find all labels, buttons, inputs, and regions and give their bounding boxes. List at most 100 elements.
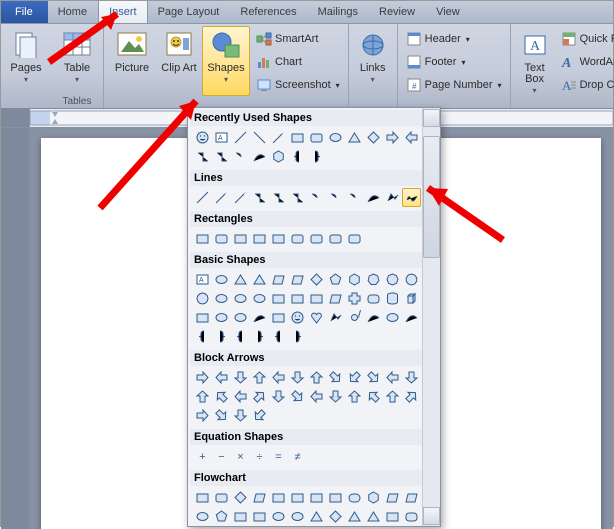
shape-alt-process[interactable] (212, 488, 231, 507)
shape-parallelo[interactable] (269, 270, 288, 289)
shape-ellipse[interactable] (326, 128, 345, 147)
shape-textbox[interactable]: A (193, 270, 212, 289)
shape-teardrop[interactable] (250, 289, 269, 308)
shape-elbow[interactable] (250, 188, 269, 207)
shape-manual-op[interactable] (402, 488, 421, 507)
shape-donut[interactable] (212, 308, 231, 327)
shape-arrow-4[interactable] (269, 368, 288, 387)
shape-equal[interactable]: = (269, 447, 288, 466)
shape-hexagon[interactable] (345, 270, 364, 289)
shape-curve[interactable] (250, 147, 269, 166)
pages-button[interactable]: Pages ▾ (5, 26, 47, 96)
shape-curve[interactable] (364, 188, 383, 207)
shape-rt-triangle[interactable] (250, 270, 269, 289)
shape-divide[interactable]: ÷ (250, 447, 269, 466)
shape-scribble[interactable] (402, 188, 421, 207)
shape-data[interactable] (250, 488, 269, 507)
shape-smiley[interactable] (288, 308, 307, 327)
shape-card[interactable] (231, 507, 250, 526)
shape-round-snip[interactable] (345, 229, 364, 248)
shape-trapezoid[interactable] (288, 270, 307, 289)
shape-arrow-23[interactable] (402, 387, 421, 406)
shape-line[interactable] (250, 128, 269, 147)
shape-diamond[interactable] (364, 128, 383, 147)
shape-heart[interactable] (307, 308, 326, 327)
tab-references[interactable]: References (230, 1, 307, 23)
shape-pentagon[interactable] (326, 270, 345, 289)
shape-arrow-l[interactable] (402, 128, 421, 147)
shape-plus[interactable]: + (193, 447, 212, 466)
shape-not-equal[interactable]: ≠ (288, 447, 307, 466)
shape-arrow-10[interactable] (383, 368, 402, 387)
shape-arrow-8[interactable] (345, 368, 364, 387)
shape-round-diag[interactable] (326, 229, 345, 248)
shape-plus[interactable] (345, 289, 364, 308)
shape-block-arc[interactable] (250, 308, 269, 327)
shape-arrow-3[interactable] (250, 368, 269, 387)
shape-arrow-21[interactable] (364, 387, 383, 406)
shape-arrow-27[interactable] (250, 406, 269, 425)
shape-no-symbol[interactable] (231, 308, 250, 327)
dropcap-button[interactable]: A Drop Cap▾ (557, 74, 614, 96)
shape-can[interactable] (383, 289, 402, 308)
wordart-button[interactable]: A WordArt▾ (557, 51, 614, 73)
shape-heptagon[interactable] (364, 270, 383, 289)
shape-arrow-5[interactable] (288, 368, 307, 387)
shape-manual-input[interactable] (383, 488, 402, 507)
shape-freeform[interactable] (383, 188, 402, 207)
shape-brace-r[interactable] (307, 147, 326, 166)
shapes-button[interactable]: Shapes ▾ (202, 26, 250, 96)
shape-curve-double[interactable] (345, 188, 364, 207)
shape-right-bracket[interactable] (250, 327, 269, 346)
shape-plaque[interactable] (364, 289, 383, 308)
shape-snip-rect[interactable] (231, 229, 250, 248)
shape-prep[interactable] (364, 488, 383, 507)
shape-textbox[interactable]: A (212, 128, 231, 147)
footer-button[interactable]: Footer▾ (402, 51, 506, 73)
shape-line[interactable] (231, 128, 250, 147)
tab-mailings[interactable]: Mailings (308, 1, 369, 23)
shape-stored[interactable] (383, 507, 402, 526)
shape-elbow[interactable] (193, 147, 212, 166)
shape-arrow-25[interactable] (212, 406, 231, 425)
shape-arrow-14[interactable] (231, 387, 250, 406)
shape-left-bracket[interactable] (231, 327, 250, 346)
shape-curve-arrow[interactable] (326, 188, 345, 207)
shape-round-rect[interactable] (307, 128, 326, 147)
shape-rect[interactable] (288, 128, 307, 147)
tab-view[interactable]: View (426, 1, 471, 23)
shape-connector[interactable] (193, 507, 212, 526)
shape-arrow-9[interactable] (364, 368, 383, 387)
shape-dodeca[interactable] (193, 289, 212, 308)
tab-insert[interactable]: Insert (98, 1, 148, 23)
shape-rect[interactable] (193, 229, 212, 248)
shape-curve-conn[interactable] (231, 147, 250, 166)
shape-lightning[interactable] (326, 308, 345, 327)
shape-arrow-18[interactable] (307, 387, 326, 406)
shape-arrow-1[interactable] (212, 368, 231, 387)
shape-frame[interactable] (269, 289, 288, 308)
shape-elbow-arrow[interactable] (269, 188, 288, 207)
tab-home[interactable]: Home (48, 1, 98, 23)
shape-offpage[interactable] (212, 507, 231, 526)
shape-round-same[interactable] (307, 229, 326, 248)
pagenumber-button[interactable]: # Page Number▾ (402, 74, 506, 96)
tab-pagelayout[interactable]: Page Layout (148, 1, 231, 23)
shape-decagon[interactable] (402, 270, 421, 289)
shape-arrow-24[interactable] (193, 406, 212, 425)
shape-bevel[interactable] (193, 308, 212, 327)
shape-sun[interactable] (345, 308, 364, 327)
shape-collate[interactable] (307, 507, 326, 526)
shape-diamond[interactable] (307, 270, 326, 289)
chart-button[interactable]: Chart (252, 51, 344, 73)
shape-process[interactable] (193, 488, 212, 507)
shape-round-rect[interactable] (212, 229, 231, 248)
table-button[interactable]: Table ▾ (55, 26, 99, 96)
shape-arrow-26[interactable] (231, 406, 250, 425)
shape-folded[interactable] (269, 308, 288, 327)
clipart-button[interactable]: Clip Art (158, 26, 200, 96)
shape-or[interactable] (288, 507, 307, 526)
shape-arrow-2[interactable] (231, 368, 250, 387)
shape-merge[interactable] (364, 507, 383, 526)
shape-multidoc[interactable] (326, 488, 345, 507)
